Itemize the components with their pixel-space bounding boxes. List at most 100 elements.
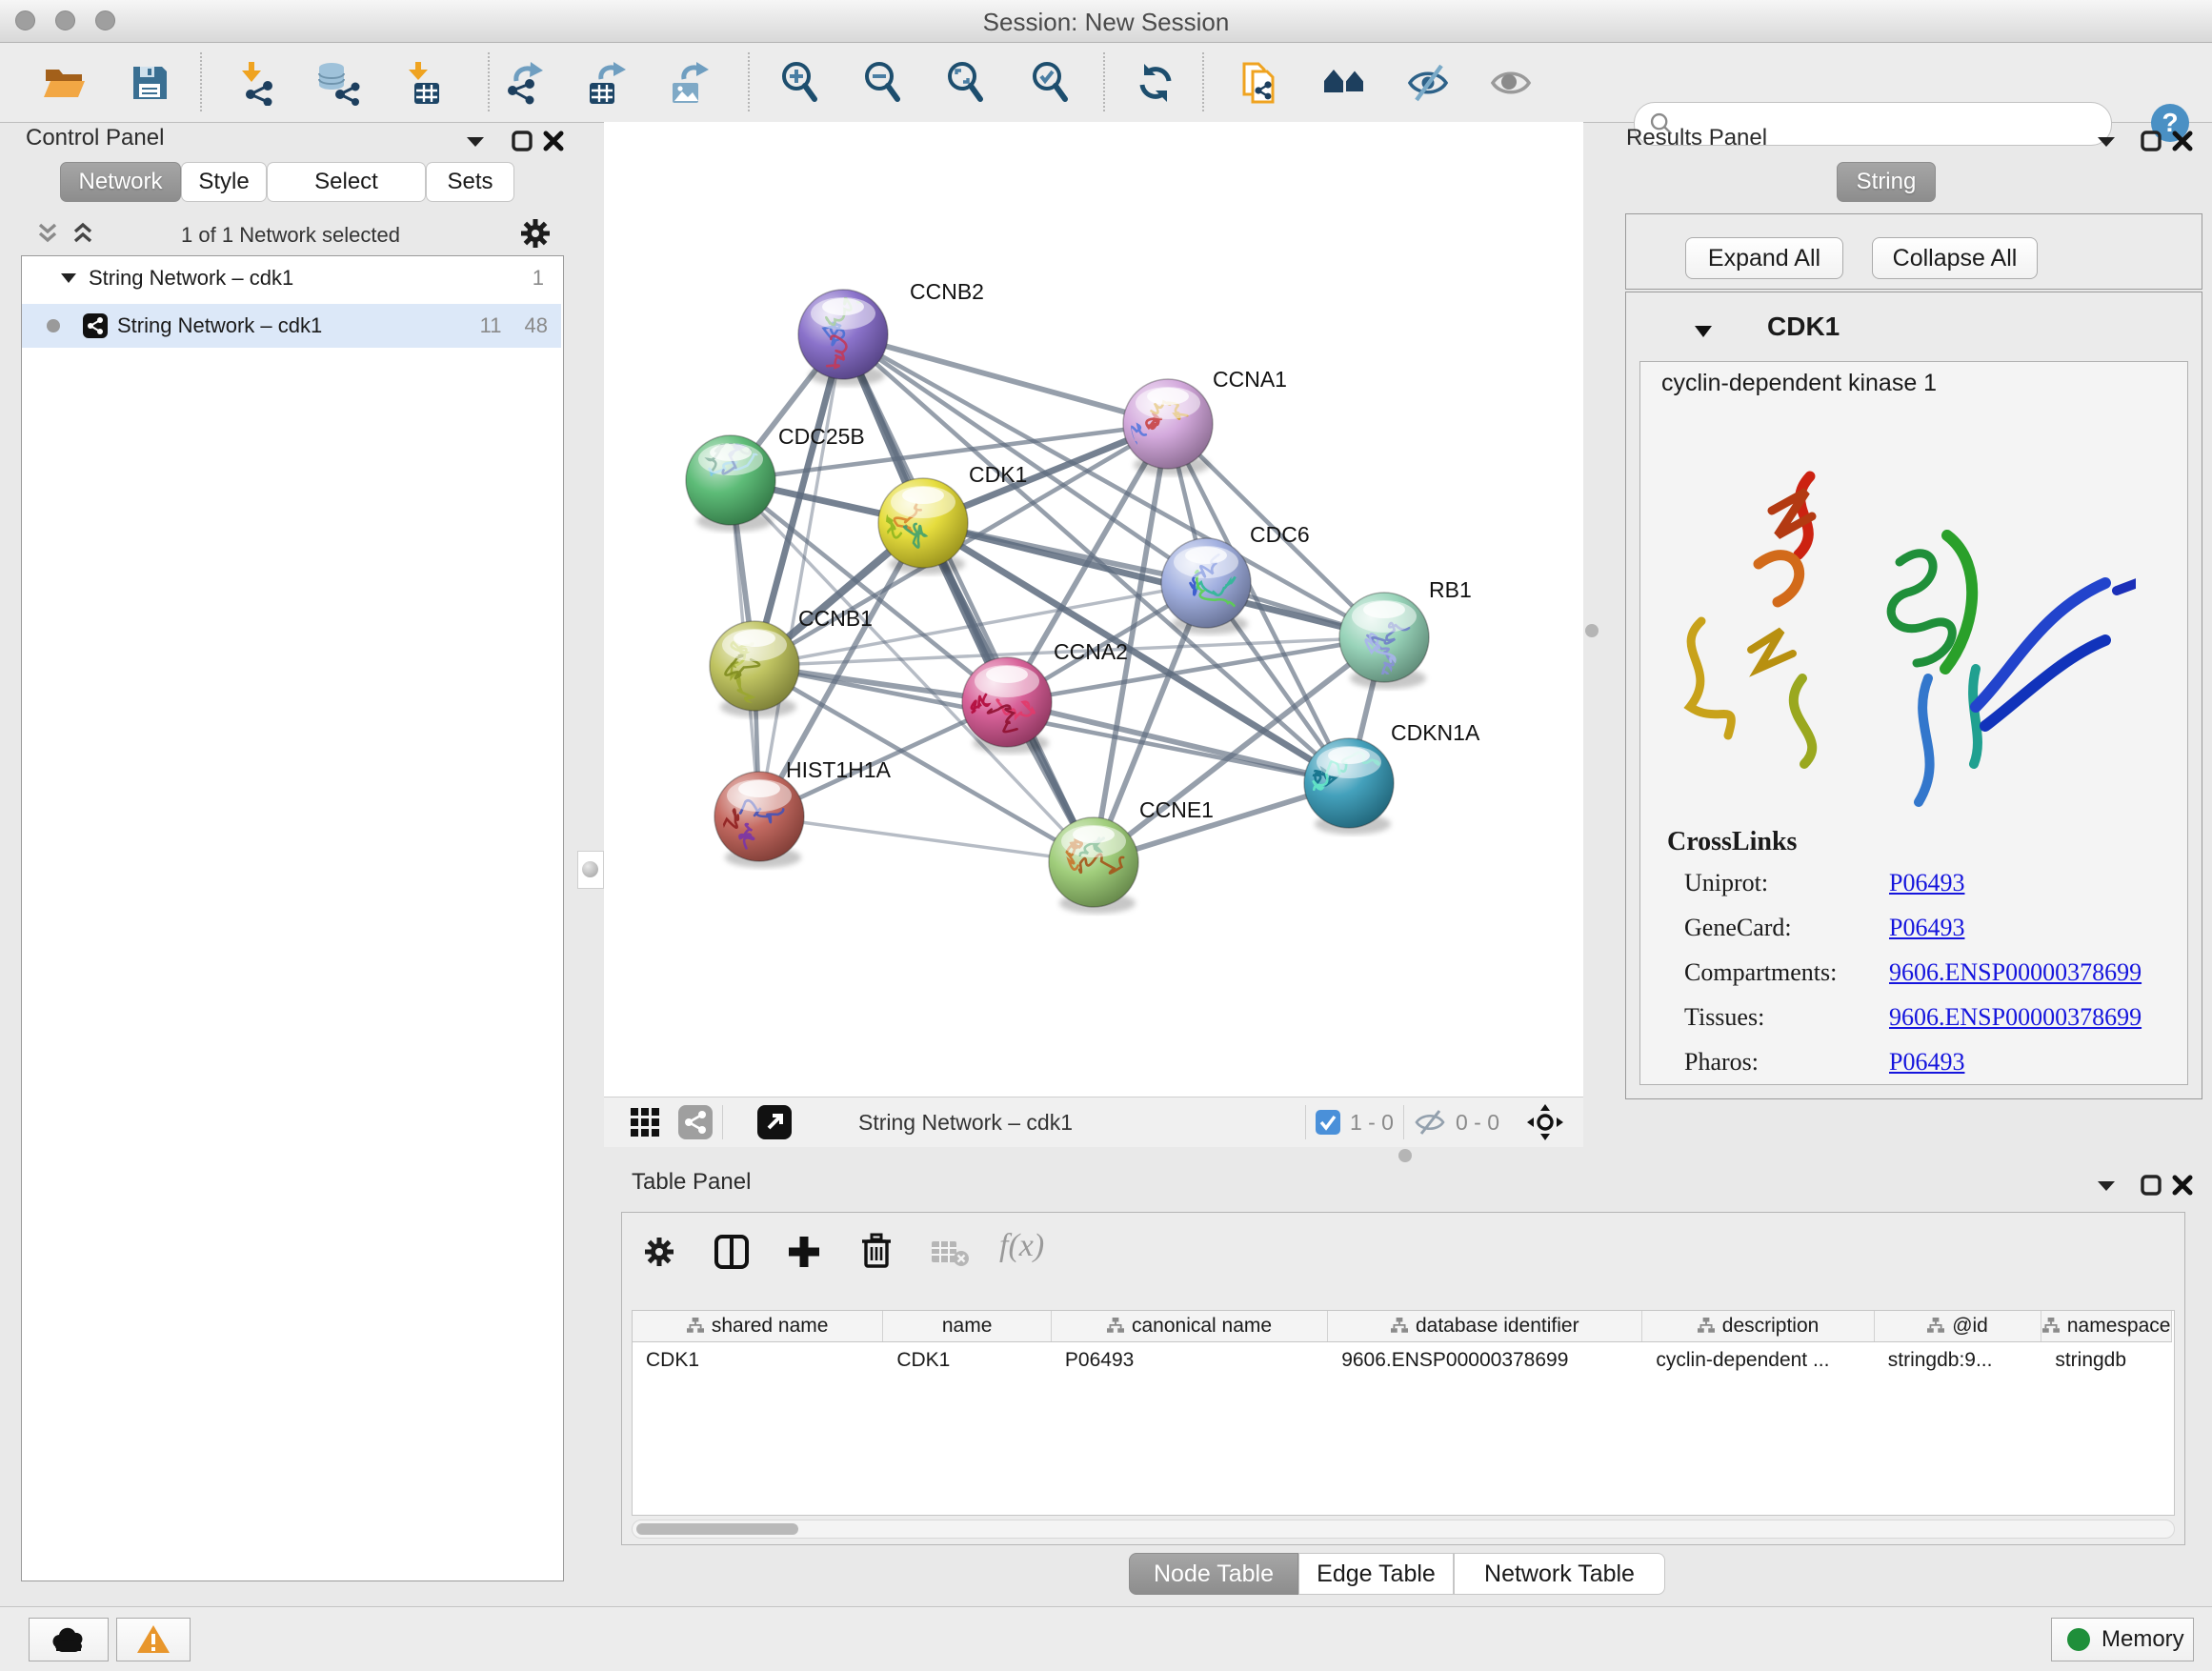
save-session-icon[interactable] [127, 60, 172, 106]
maximize-table-icon[interactable] [2137, 1171, 2165, 1199]
network-node-CCNB1[interactable] [710, 621, 799, 717]
expand-all-networks-icon[interactable] [69, 219, 97, 248]
column-header-description[interactable]: description [1642, 1311, 1874, 1341]
network-canvas[interactable]: CCNB2CCNA1CDC25BCDK1CDC6RB1CCNB1CCNA2CDK… [604, 122, 1583, 1097]
float-table-icon[interactable] [2092, 1171, 2121, 1199]
column-header-shared-name[interactable]: shared name [633, 1311, 883, 1341]
import-network-icon[interactable] [235, 60, 281, 106]
show-panel-icon[interactable] [1488, 60, 1534, 106]
network-collection-row[interactable]: String Network – cdk1 1 [22, 256, 561, 300]
bottom-splitter-handle[interactable] [1398, 1149, 1412, 1162]
protein-query-icon[interactable] [1322, 60, 1368, 106]
collapse-all-networks-icon[interactable] [33, 219, 62, 248]
network-node-CDC6[interactable] [1161, 538, 1251, 634]
network-node-CCNB2[interactable] [798, 290, 888, 386]
network-row-selected[interactable]: String Network – cdk1 11 48 [22, 304, 561, 348]
network-node-CDKN1A[interactable] [1304, 738, 1394, 835]
node-table: shared namenamecanonical namedatabase id… [632, 1310, 2175, 1516]
table-settings-icon[interactable] [641, 1234, 677, 1270]
zoom-in-icon[interactable] [777, 60, 823, 106]
column-header-namespace[interactable]: namespace [2041, 1311, 2172, 1341]
tab-network-table[interactable]: Network Table [1454, 1553, 1665, 1595]
table-cell[interactable]: CDK1 [883, 1342, 1052, 1379]
tab-node-table[interactable]: Node Table [1129, 1553, 1298, 1595]
horizontal-scrollbar-thumb[interactable] [636, 1523, 798, 1535]
zoom-selected-icon[interactable] [1028, 60, 1074, 106]
warnings-button[interactable] [116, 1618, 191, 1661]
network-node-CDK1[interactable] [878, 478, 968, 574]
expand-all-button[interactable]: Expand All [1685, 237, 1843, 279]
delete-column-icon[interactable] [858, 1232, 895, 1270]
table-cell[interactable]: stringdb [2041, 1342, 2172, 1379]
import-database-icon[interactable] [315, 60, 361, 106]
network-view-toolbar: String Network – cdk1 1 - 0 0 - 0 [604, 1097, 1583, 1147]
export-table-icon[interactable] [584, 60, 630, 106]
open-in-browser-icon[interactable] [757, 1105, 792, 1139]
network-node-CCNA2[interactable] [962, 657, 1052, 754]
export-image-icon[interactable] [667, 60, 713, 106]
collapse-all-button[interactable]: Collapse All [1872, 237, 2038, 279]
section-collapse-icon[interactable] [1691, 319, 1716, 344]
refresh-layout-icon[interactable] [1133, 60, 1178, 106]
maximize-panel-icon[interactable] [508, 127, 536, 155]
tab-select[interactable]: Select [267, 162, 426, 202]
export-network-icon[interactable] [501, 60, 547, 106]
network-node-CCNA1[interactable] [1123, 379, 1213, 475]
column-header-@id[interactable]: @id [1875, 1311, 2042, 1341]
table-cell[interactable]: cyclin-dependent ... [1642, 1342, 1874, 1379]
crosslink-link[interactable]: P06493 [1889, 869, 1964, 897]
tab-style[interactable]: Style [181, 162, 267, 202]
network-node-CCNE1[interactable] [1049, 817, 1138, 914]
add-column-icon[interactable] [786, 1234, 822, 1270]
network-node-CDC25B[interactable] [686, 435, 775, 532]
zoom-fit-icon[interactable] [943, 60, 989, 106]
table-cell[interactable]: P06493 [1052, 1342, 1328, 1379]
column-type-icon [1391, 1318, 1408, 1335]
function-builder-icon[interactable]: f(x) [999, 1228, 1044, 1264]
crosslink-link[interactable]: P06493 [1889, 1048, 1964, 1077]
column-header-name[interactable]: name [883, 1311, 1052, 1341]
network-node-RB1[interactable] [1339, 593, 1429, 689]
birdseye-view-icon[interactable] [629, 1106, 661, 1138]
column-header-canonical-name[interactable]: canonical name [1052, 1311, 1328, 1341]
float-results-icon[interactable] [2092, 127, 2121, 155]
tab-sets[interactable]: Sets [426, 162, 514, 202]
close-table-icon[interactable] [2168, 1171, 2197, 1199]
import-table-icon[interactable] [402, 60, 448, 106]
network-node-HIST1H1A[interactable] [714, 772, 804, 868]
memory-button[interactable]: Memory [2051, 1618, 2194, 1661]
string-badge-icon[interactable] [678, 1105, 713, 1139]
delete-table-icon[interactable] [931, 1238, 969, 1268]
pan-mode-icon[interactable] [1526, 1103, 1564, 1141]
cloud-button[interactable] [29, 1618, 109, 1661]
table-cell[interactable]: stringdb:9... [1875, 1342, 2042, 1379]
show-columns-icon[interactable] [714, 1234, 750, 1270]
float-panel-icon[interactable] [461, 127, 490, 155]
selected-checkbox-icon[interactable] [1316, 1110, 1340, 1135]
maximize-results-icon[interactable] [2137, 127, 2165, 155]
hidden-eye-icon[interactable] [1414, 1108, 1446, 1137]
open-session-icon[interactable] [42, 60, 88, 106]
column-header-database-identifier[interactable]: database identifier [1328, 1311, 1642, 1341]
zoom-out-icon[interactable] [860, 60, 906, 106]
crosslink-link[interactable]: 9606.ENSP00000378699 [1889, 958, 2142, 987]
close-panel-icon[interactable] [539, 127, 568, 155]
tab-network[interactable]: Network [60, 162, 181, 202]
tab-edge-table[interactable]: Edge Table [1298, 1553, 1454, 1595]
close-results-icon[interactable] [2168, 127, 2197, 155]
left-splitter-handle[interactable] [577, 851, 604, 889]
string-document-icon[interactable] [1237, 60, 1282, 106]
crosslink-link[interactable]: 9606.ENSP00000378699 [1889, 1003, 2142, 1032]
table-row[interactable]: CDK1CDK1P064939606.ENSP00000378699cyclin… [633, 1342, 2172, 1379]
table-cell[interactable]: 9606.ENSP00000378699 [1328, 1342, 1642, 1379]
right-splitter-handle[interactable] [1585, 624, 1599, 637]
collection-expand-icon[interactable] [58, 268, 79, 289]
hide-panel-icon[interactable] [1405, 60, 1451, 106]
tab-string-results[interactable]: String [1837, 162, 1936, 202]
crosslink-link[interactable]: P06493 [1889, 914, 1964, 942]
main-toolbar: ? [0, 43, 2212, 123]
network-options-gear-icon[interactable] [517, 215, 553, 252]
horizontal-scrollbar[interactable] [632, 1520, 2175, 1539]
node-label-HIST1H1A: HIST1H1A [786, 757, 892, 782]
table-cell[interactable]: CDK1 [633, 1342, 883, 1379]
